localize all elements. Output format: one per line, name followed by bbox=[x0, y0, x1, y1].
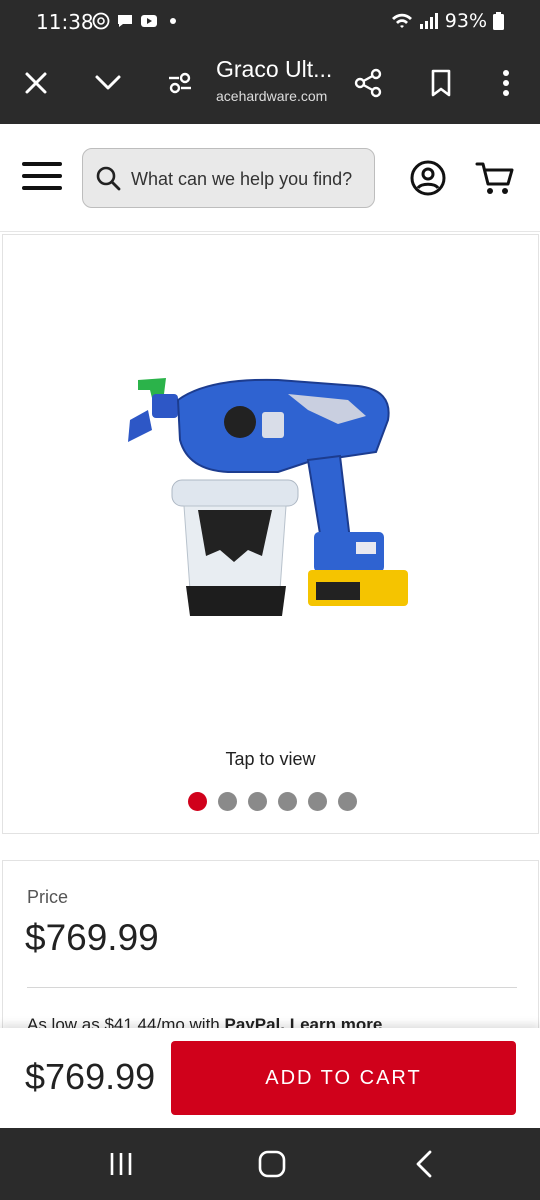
gallery-dot[interactable] bbox=[218, 792, 237, 811]
minimize-button[interactable] bbox=[88, 63, 128, 103]
add-to-cart-button[interactable]: ADD TO CART bbox=[171, 1041, 516, 1115]
gallery-dot[interactable] bbox=[248, 792, 267, 811]
more-options-button[interactable] bbox=[486, 63, 526, 103]
chevron-down-icon bbox=[95, 75, 121, 90]
status-bar: 11:38 93% bbox=[0, 0, 540, 42]
wifi-icon bbox=[391, 13, 412, 28]
search-icon bbox=[96, 166, 121, 191]
system-nav-bar bbox=[0, 1128, 540, 1200]
close-icon bbox=[25, 72, 47, 94]
cart-icon bbox=[475, 162, 514, 194]
site-settings-button[interactable] bbox=[160, 63, 200, 103]
back-button[interactable] bbox=[404, 1146, 444, 1182]
product-image[interactable] bbox=[108, 360, 438, 630]
cart-button[interactable] bbox=[474, 158, 516, 198]
share-button[interactable] bbox=[348, 63, 388, 103]
tap-to-view-label: Tap to view bbox=[225, 749, 316, 769]
close-tab-button[interactable] bbox=[16, 63, 56, 103]
page-title: Graco Ult... bbox=[216, 56, 333, 82]
more-vert-icon bbox=[503, 70, 509, 96]
sticky-cart-bar: $769.99 ADD TO CART bbox=[0, 1028, 540, 1128]
bookmark-button[interactable] bbox=[421, 63, 461, 103]
search-input[interactable] bbox=[131, 163, 371, 195]
battery-percent: 93% bbox=[444, 10, 487, 32]
share-icon bbox=[354, 68, 382, 98]
account-icon bbox=[410, 160, 446, 196]
site-header bbox=[0, 124, 540, 232]
back-icon bbox=[416, 1150, 432, 1178]
bookmark-icon bbox=[431, 69, 451, 97]
browser-toolbar: Graco Ult... acehardware.com bbox=[0, 42, 540, 124]
battery-icon bbox=[493, 12, 504, 30]
product-price: $769.99 bbox=[25, 917, 159, 958]
recent-apps-icon bbox=[110, 1153, 132, 1175]
gallery-dot[interactable] bbox=[188, 792, 207, 811]
status-time: 11:38 bbox=[36, 10, 94, 34]
menu-button[interactable] bbox=[22, 162, 62, 196]
tune-icon bbox=[169, 72, 191, 94]
notification-dot-icon bbox=[170, 18, 176, 24]
home-icon bbox=[258, 1150, 286, 1178]
page-url: acehardware.com bbox=[216, 88, 328, 104]
product-gallery[interactable]: Tap to view bbox=[2, 234, 539, 834]
gallery-dot[interactable] bbox=[278, 792, 297, 811]
price-label: Price bbox=[27, 887, 69, 907]
account-button[interactable] bbox=[408, 158, 448, 198]
search-bar[interactable] bbox=[82, 148, 375, 208]
recent-apps-button[interactable] bbox=[101, 1146, 141, 1182]
gallery-dot[interactable] bbox=[308, 792, 327, 811]
sticky-price: $769.99 bbox=[25, 1056, 156, 1097]
signal-icon bbox=[419, 13, 438, 29]
fingerprint-icon bbox=[92, 12, 110, 30]
gallery-pagination bbox=[188, 792, 357, 811]
divider bbox=[27, 987, 517, 988]
gallery-dot[interactable] bbox=[338, 792, 357, 811]
youtube-icon bbox=[141, 15, 157, 27]
home-button[interactable] bbox=[252, 1146, 292, 1182]
chat-icon bbox=[118, 15, 132, 27]
